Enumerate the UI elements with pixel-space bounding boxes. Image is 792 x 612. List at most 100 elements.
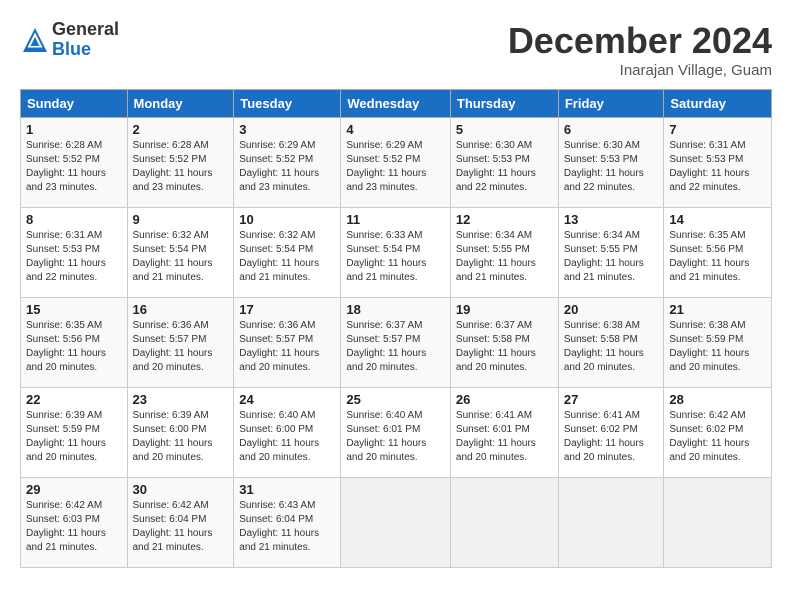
calendar-cell: 23 Sunrise: 6:39 AMSunset: 6:00 PMDaylig… [127,388,234,478]
day-info: Sunrise: 6:32 AMSunset: 5:54 PMDaylight:… [239,230,319,283]
day-info: Sunrise: 6:35 AMSunset: 5:56 PMDaylight:… [26,320,106,373]
calendar-cell: 2 Sunrise: 6:28 AMSunset: 5:52 PMDayligh… [127,118,234,208]
day-number: 21 [669,302,766,317]
day-info: Sunrise: 6:43 AMSunset: 6:04 PMDaylight:… [239,500,319,553]
title-block: December 2024 Inarajan Village, Guam [508,20,772,79]
day-number: 19 [456,302,553,317]
day-number: 2 [133,122,229,137]
day-info: Sunrise: 6:29 AMSunset: 5:52 PMDaylight:… [346,140,426,193]
calendar-cell [664,478,772,568]
day-info: Sunrise: 6:38 AMSunset: 5:58 PMDaylight:… [564,320,644,373]
day-info: Sunrise: 6:35 AMSunset: 5:56 PMDaylight:… [669,230,749,283]
day-number: 26 [456,392,553,407]
day-number: 31 [239,482,335,497]
calendar-week-row: 8 Sunrise: 6:31 AMSunset: 5:53 PMDayligh… [21,208,772,298]
day-info: Sunrise: 6:28 AMSunset: 5:52 PMDaylight:… [133,140,213,193]
day-info: Sunrise: 6:36 AMSunset: 5:57 PMDaylight:… [133,320,213,373]
day-number: 23 [133,392,229,407]
day-info: Sunrise: 6:29 AMSunset: 5:52 PMDaylight:… [239,140,319,193]
calendar-cell: 25 Sunrise: 6:40 AMSunset: 6:01 PMDaylig… [341,388,451,478]
day-number: 8 [26,212,122,227]
day-info: Sunrise: 6:41 AMSunset: 6:01 PMDaylight:… [456,410,536,463]
day-number: 22 [26,392,122,407]
day-number: 24 [239,392,335,407]
calendar-cell: 18 Sunrise: 6:37 AMSunset: 5:57 PMDaylig… [341,298,451,388]
day-number: 10 [239,212,335,227]
calendar-cell: 17 Sunrise: 6:36 AMSunset: 5:57 PMDaylig… [234,298,341,388]
day-info: Sunrise: 6:30 AMSunset: 5:53 PMDaylight:… [564,140,644,193]
calendar-week-row: 29 Sunrise: 6:42 AMSunset: 6:03 PMDaylig… [21,478,772,568]
col-wednesday: Wednesday [341,90,451,118]
calendar-cell: 6 Sunrise: 6:30 AMSunset: 5:53 PMDayligh… [558,118,664,208]
day-number: 20 [564,302,659,317]
logo-blue-text: Blue [52,40,119,60]
logo-general-text: General [52,20,119,40]
calendar-cell: 8 Sunrise: 6:31 AMSunset: 5:53 PMDayligh… [21,208,128,298]
calendar-header-row: Sunday Monday Tuesday Wednesday Thursday… [21,90,772,118]
day-info: Sunrise: 6:40 AMSunset: 6:01 PMDaylight:… [346,410,426,463]
calendar-cell: 20 Sunrise: 6:38 AMSunset: 5:58 PMDaylig… [558,298,664,388]
day-info: Sunrise: 6:41 AMSunset: 6:02 PMDaylight:… [564,410,644,463]
day-info: Sunrise: 6:39 AMSunset: 6:00 PMDaylight:… [133,410,213,463]
day-info: Sunrise: 6:39 AMSunset: 5:59 PMDaylight:… [26,410,106,463]
day-number: 27 [564,392,659,407]
col-monday: Monday [127,90,234,118]
col-friday: Friday [558,90,664,118]
day-info: Sunrise: 6:33 AMSunset: 5:54 PMDaylight:… [346,230,426,283]
calendar-cell: 12 Sunrise: 6:34 AMSunset: 5:55 PMDaylig… [450,208,558,298]
calendar-cell: 24 Sunrise: 6:40 AMSunset: 6:00 PMDaylig… [234,388,341,478]
day-number: 1 [26,122,122,137]
day-number: 9 [133,212,229,227]
col-sunday: Sunday [21,90,128,118]
calendar-cell: 28 Sunrise: 6:42 AMSunset: 6:02 PMDaylig… [664,388,772,478]
day-number: 18 [346,302,445,317]
calendar-cell: 14 Sunrise: 6:35 AMSunset: 5:56 PMDaylig… [664,208,772,298]
calendar-week-row: 15 Sunrise: 6:35 AMSunset: 5:56 PMDaylig… [21,298,772,388]
calendar-cell: 30 Sunrise: 6:42 AMSunset: 6:04 PMDaylig… [127,478,234,568]
calendar-cell [558,478,664,568]
day-info: Sunrise: 6:36 AMSunset: 5:57 PMDaylight:… [239,320,319,373]
calendar-cell: 29 Sunrise: 6:42 AMSunset: 6:03 PMDaylig… [21,478,128,568]
day-number: 11 [346,212,445,227]
calendar-cell: 13 Sunrise: 6:34 AMSunset: 5:55 PMDaylig… [558,208,664,298]
day-info: Sunrise: 6:31 AMSunset: 5:53 PMDaylight:… [669,140,749,193]
calendar-cell: 31 Sunrise: 6:43 AMSunset: 6:04 PMDaylig… [234,478,341,568]
day-number: 6 [564,122,659,137]
calendar-cell: 22 Sunrise: 6:39 AMSunset: 5:59 PMDaylig… [21,388,128,478]
col-saturday: Saturday [664,90,772,118]
calendar-cell: 11 Sunrise: 6:33 AMSunset: 5:54 PMDaylig… [341,208,451,298]
calendar-week-row: 22 Sunrise: 6:39 AMSunset: 5:59 PMDaylig… [21,388,772,478]
day-info: Sunrise: 6:40 AMSunset: 6:00 PMDaylight:… [239,410,319,463]
calendar-table: Sunday Monday Tuesday Wednesday Thursday… [20,89,772,568]
day-number: 15 [26,302,122,317]
day-number: 28 [669,392,766,407]
day-info: Sunrise: 6:28 AMSunset: 5:52 PMDaylight:… [26,140,106,193]
day-info: Sunrise: 6:34 AMSunset: 5:55 PMDaylight:… [456,230,536,283]
day-number: 25 [346,392,445,407]
day-info: Sunrise: 6:42 AMSunset: 6:02 PMDaylight:… [669,410,749,463]
col-thursday: Thursday [450,90,558,118]
calendar-cell: 10 Sunrise: 6:32 AMSunset: 5:54 PMDaylig… [234,208,341,298]
calendar-cell: 3 Sunrise: 6:29 AMSunset: 5:52 PMDayligh… [234,118,341,208]
location-text: Inarajan Village, Guam [508,62,772,79]
day-info: Sunrise: 6:30 AMSunset: 5:53 PMDaylight:… [456,140,536,193]
day-info: Sunrise: 6:32 AMSunset: 5:54 PMDaylight:… [133,230,213,283]
day-number: 30 [133,482,229,497]
calendar-cell: 4 Sunrise: 6:29 AMSunset: 5:52 PMDayligh… [341,118,451,208]
logo: General Blue [20,20,119,60]
day-info: Sunrise: 6:42 AMSunset: 6:03 PMDaylight:… [26,500,106,553]
day-info: Sunrise: 6:31 AMSunset: 5:53 PMDaylight:… [26,230,106,283]
day-number: 12 [456,212,553,227]
day-number: 7 [669,122,766,137]
day-info: Sunrise: 6:37 AMSunset: 5:58 PMDaylight:… [456,320,536,373]
col-tuesday: Tuesday [234,90,341,118]
day-number: 17 [239,302,335,317]
logo-text: General Blue [52,20,119,60]
month-title: December 2024 [508,20,772,62]
calendar-cell: 26 Sunrise: 6:41 AMSunset: 6:01 PMDaylig… [450,388,558,478]
calendar-week-row: 1 Sunrise: 6:28 AMSunset: 5:52 PMDayligh… [21,118,772,208]
calendar-cell: 19 Sunrise: 6:37 AMSunset: 5:58 PMDaylig… [450,298,558,388]
calendar-cell: 15 Sunrise: 6:35 AMSunset: 5:56 PMDaylig… [21,298,128,388]
day-number: 14 [669,212,766,227]
day-info: Sunrise: 6:34 AMSunset: 5:55 PMDaylight:… [564,230,644,283]
